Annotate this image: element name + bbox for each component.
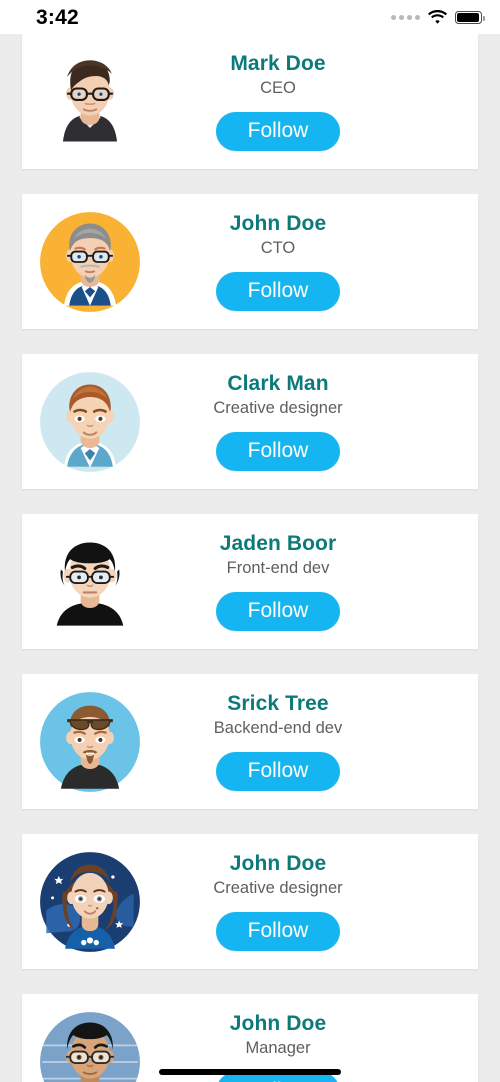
person-role: CEO <box>260 79 296 98</box>
battery-full-icon <box>455 10 485 24</box>
app-root: 3:42 Mark Doe CEO Follow John Doe CTO Fo… <box>0 0 500 1082</box>
status-bar: 3:42 <box>0 0 500 34</box>
follow-button[interactable]: Follow <box>215 751 341 791</box>
status-bar-time: 3:42 <box>36 5 79 29</box>
person-name: John Doe <box>229 852 327 876</box>
person-card[interactable]: Jaden Boor Front-end dev Follow <box>22 514 478 649</box>
person-name: Srick Tree <box>227 692 329 716</box>
follow-button[interactable]: Follow <box>215 431 341 471</box>
people-list: Mark Doe CEO Follow John Doe CTO Follow … <box>0 34 500 1082</box>
signal-dots-icon <box>391 14 420 20</box>
avatar <box>30 362 150 482</box>
follow-button[interactable]: Follow <box>215 911 341 951</box>
person-info: Jaden Boor Front-end dev Follow <box>150 532 406 631</box>
person-card[interactable]: Srick Tree Backend-end dev Follow <box>22 674 478 809</box>
avatar <box>30 682 150 802</box>
person-card[interactable]: Mark Doe CEO Follow <box>22 34 478 169</box>
person-role: Creative designer <box>213 399 343 418</box>
person-info: Srick Tree Backend-end dev Follow <box>150 692 406 791</box>
person-info: John Doe Creative designer Follow <box>150 852 406 951</box>
person-card[interactable]: John Doe CTO Follow <box>22 194 478 329</box>
home-indicator[interactable] <box>159 1069 341 1075</box>
person-info: Clark Man Creative designer Follow <box>150 372 406 471</box>
person-name: Clark Man <box>227 372 329 396</box>
wifi-icon <box>428 10 447 24</box>
person-name: John Doe <box>229 1012 327 1036</box>
avatar <box>30 42 150 162</box>
avatar <box>30 1002 150 1082</box>
avatar-jaden-boor-icon <box>56 541 124 626</box>
person-name: Jaden Boor <box>219 532 337 556</box>
avatar <box>30 842 150 962</box>
person-role: Creative designer <box>213 879 343 898</box>
avatar-srick-tree-icon <box>40 691 140 792</box>
person-name: Mark Doe <box>230 52 326 76</box>
follow-button[interactable]: Follow <box>215 271 341 311</box>
follow-button[interactable]: Follow <box>215 111 341 151</box>
person-info: John Doe CTO Follow <box>150 212 406 311</box>
person-role: Manager <box>245 1039 311 1058</box>
follow-button[interactable]: Follow <box>215 591 341 631</box>
avatar-mark-doe-icon <box>62 59 118 142</box>
person-role: Backend-end dev <box>213 719 343 738</box>
person-card[interactable]: John Doe Creative designer Follow <box>22 834 478 969</box>
avatar-john-doe-manager-icon <box>40 1011 140 1082</box>
person-name: John Doe <box>229 212 327 236</box>
person-info: Mark Doe CEO Follow <box>150 52 406 151</box>
avatar <box>30 202 150 322</box>
person-role: CTO <box>260 239 296 258</box>
avatar-clark-man-icon <box>40 371 140 472</box>
avatar <box>30 522 150 642</box>
avatar-john-doe-designer-icon <box>40 851 140 952</box>
person-card[interactable]: Clark Man Creative designer Follow <box>22 354 478 489</box>
person-role: Front-end dev <box>226 559 330 578</box>
status-bar-indicators <box>391 10 485 24</box>
avatar-john-doe-cto-icon <box>40 211 140 312</box>
